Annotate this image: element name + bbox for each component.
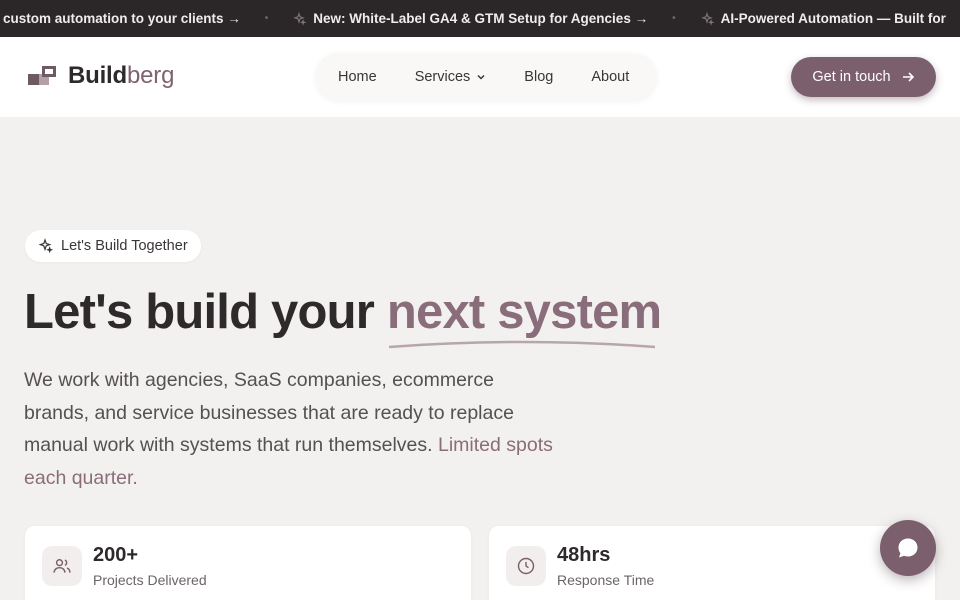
hero-description: We work with agencies, SaaS companies, e… <box>24 369 553 489</box>
hero-headline: Let's build your next system <box>24 284 662 349</box>
stat-icon-box <box>506 546 546 586</box>
ticker-item[interactable]: r custom automation to your clients → <box>0 11 241 26</box>
stat-icon-box <box>42 546 82 586</box>
sparkle-icon <box>293 11 307 26</box>
logo-mark-icon <box>28 66 56 85</box>
stat-card-response: 48hrs Response Time <box>489 526 935 600</box>
ticker-track: r custom automation to your clients → • … <box>0 0 946 37</box>
headline-underline <box>388 340 655 349</box>
ticker-separator: • <box>672 13 676 24</box>
headline-accent: next system <box>387 284 662 349</box>
stat-card-projects: 200+ Projects Delivered <box>25 526 471 600</box>
chat-bubble-icon <box>898 538 918 558</box>
chat-button[interactable] <box>880 520 936 576</box>
ticker-item[interactable]: New: White-Label GA4 & GTM Setup for Age… <box>292 11 648 26</box>
nav-about[interactable]: About <box>591 69 629 85</box>
sparkle-icon <box>38 238 53 254</box>
users-icon <box>53 559 71 573</box>
announcement-ticker: r custom automation to your clients → • … <box>0 0 960 37</box>
stat-value: 200+ <box>93 544 139 566</box>
get-in-touch-button[interactable]: Get in touch <box>791 57 936 97</box>
nav-services[interactable]: Services <box>415 69 487 85</box>
stat-value: 48hrs <box>557 544 611 566</box>
hero-badge: Let's Build Together <box>25 230 201 262</box>
sparkle-icon <box>700 11 714 26</box>
stat-label: Projects Delivered <box>93 572 207 588</box>
nav-blog[interactable]: Blog <box>524 69 553 85</box>
arrow-right-icon <box>902 72 914 82</box>
chevron-down-icon <box>477 74 485 80</box>
nav-home[interactable]: Home <box>338 69 377 85</box>
main-nav: Home Services Blog About <box>315 53 657 101</box>
brand-logo[interactable]: Buildberg <box>28 62 174 90</box>
ticker-separator: • <box>264 13 269 24</box>
navbar: Buildberg Home Services Blog About Get i… <box>0 37 960 117</box>
stat-label: Response Time <box>557 572 655 588</box>
ticker-item[interactable]: AI-Powered Automation — Built for <box>700 11 946 26</box>
brand-name: Buildberg <box>68 62 175 89</box>
clock-icon <box>517 557 535 575</box>
